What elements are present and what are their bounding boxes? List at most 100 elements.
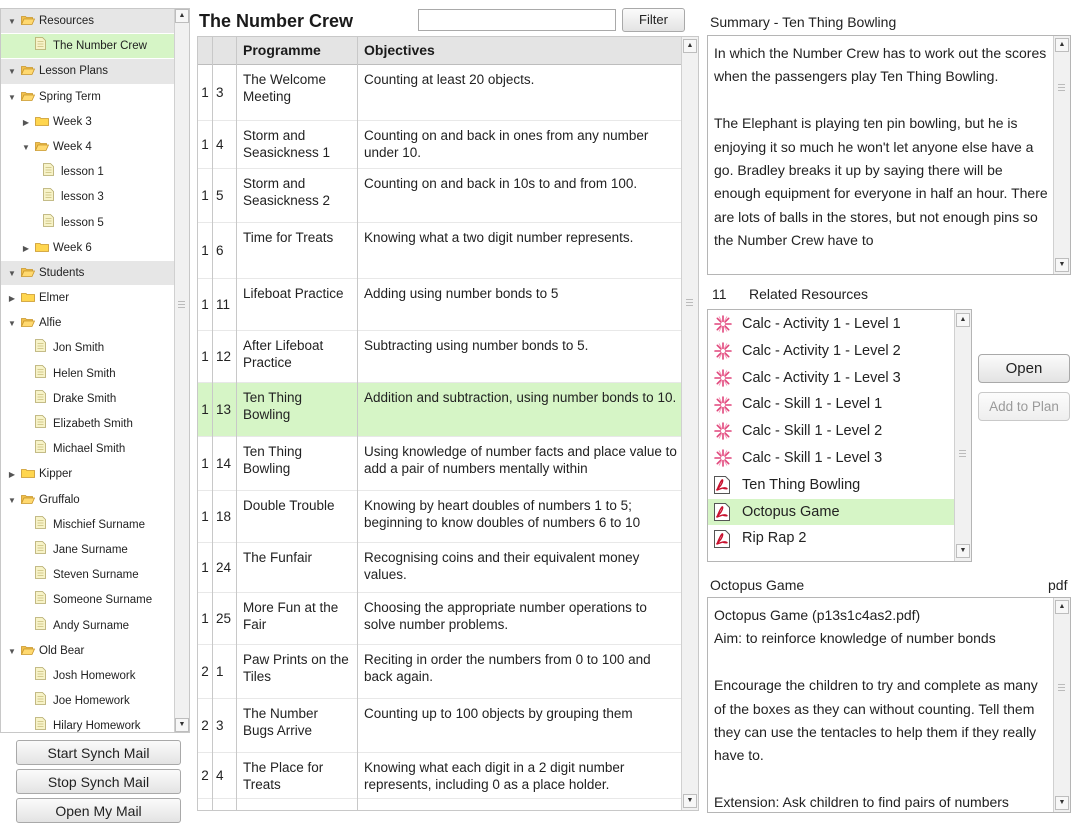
programme-cell: Double Trouble xyxy=(243,498,335,513)
scroll-up-button[interactable]: ▲ xyxy=(956,313,970,327)
tree-item[interactable]: The Number Crew xyxy=(1,34,176,60)
table-scrollbar[interactable]: ▲ ▼ xyxy=(681,37,698,810)
summary-text-box[interactable]: In which the Number Crew has to work out… xyxy=(707,35,1071,275)
tree-item[interactable]: Hilary Homework xyxy=(1,714,176,732)
table-row[interactable]: 1 3 The Welcome Meeting Counting at least 2… xyxy=(198,65,682,121)
tree-folder[interactable]: ▼ Resources xyxy=(1,9,176,35)
column-header-programme[interactable]: Programme xyxy=(237,37,358,64)
table-row[interactable]: 1 11 Lifeboat Practice Adding using number … xyxy=(198,279,682,331)
scroll-up-button[interactable]: ▲ xyxy=(1055,600,1069,614)
tree-folder[interactable]: ▼ Spring Term xyxy=(1,85,176,110)
expanded-arrow-icon[interactable]: ▼ xyxy=(7,10,17,34)
collapsed-arrow-icon[interactable]: ▶ xyxy=(7,463,17,487)
tree-item[interactable]: Helen Smith xyxy=(1,362,176,387)
table-row[interactable]: 1 13 Ten Thing Bowling Addition and subtrac… xyxy=(198,383,682,437)
table-row[interactable]: 1 14 Ten Thing Bowling Using knowledge of n… xyxy=(198,437,682,491)
tree-item[interactable]: lesson 1 xyxy=(1,160,176,186)
collapsed-arrow-icon[interactable]: ▶ xyxy=(7,287,17,311)
expanded-arrow-icon[interactable]: ▼ xyxy=(21,136,31,160)
table-row[interactable]: 1 4 Storm and Seasickness 1 Counting on and… xyxy=(198,121,682,169)
tree-item[interactable]: Jane Surname xyxy=(1,538,176,564)
tree-item[interactable]: lesson 5 xyxy=(1,211,176,236)
tree-item[interactable]: Elizabeth Smith xyxy=(1,412,176,438)
table-row[interactable]: 1 6 Time for Treats Knowing what a two digi… xyxy=(198,223,682,279)
tree-item[interactable]: Steven Surname xyxy=(1,563,176,589)
related-resource-item[interactable]: Calc - Skill 1 - Level 2 xyxy=(708,418,956,445)
tree-folder[interactable]: ▼ Lesson Plans xyxy=(1,59,176,85)
table-row[interactable]: 1 18 Double Trouble Knowing by heart double… xyxy=(198,491,682,543)
expanded-arrow-icon[interactable]: ▼ xyxy=(7,489,17,513)
tree-folder[interactable]: ▼ Gruffalo xyxy=(1,488,176,513)
tree-item[interactable]: Joe Homework xyxy=(1,689,176,715)
related-resource-item[interactable]: Rip Rap 2 xyxy=(708,525,956,552)
tree-folder[interactable]: ▼ Old Bear xyxy=(1,639,176,664)
related-resource-item[interactable]: Calc - Activity 1 - Level 2 xyxy=(708,338,956,365)
scroll-down-button[interactable]: ▼ xyxy=(1055,258,1069,272)
related-resource-item[interactable]: Calc - Activity 1 - Level 3 xyxy=(708,365,956,392)
tree-folder[interactable]: ▼ Alfie xyxy=(1,311,176,337)
table-row[interactable]: 2 3 The Number Bugs Arrive Counting up to 1… xyxy=(198,699,682,753)
scroll-down-button[interactable]: ▼ xyxy=(956,544,970,558)
expanded-arrow-icon[interactable]: ▼ xyxy=(7,262,17,286)
tree-folder[interactable]: ▶ Week 6 xyxy=(1,236,176,261)
related-resources-list[interactable]: Calc - Activity 1 - Level 1 Calc - Activi… xyxy=(707,309,972,562)
detail-text-box[interactable]: Octopus Game (p13s1c4as2.pdf) Aim: to re… xyxy=(707,597,1071,813)
tree-item[interactable]: Drake Smith xyxy=(1,387,176,412)
column-header-objectives[interactable]: Objectives xyxy=(358,37,682,64)
stop-synch-mail-button[interactable]: Stop Synch Mail xyxy=(16,769,181,794)
scroll-down-button[interactable]: ▼ xyxy=(1055,796,1069,810)
scroll-down-button[interactable]: ▼ xyxy=(175,718,189,732)
tree-folder[interactable]: ▼ Week 4 xyxy=(1,135,176,161)
term-cell: 1 xyxy=(201,243,209,258)
related-resource-item[interactable]: Calc - Skill 1 - Level 1 xyxy=(708,391,956,418)
tree-folder[interactable]: ▶ Kipper xyxy=(1,462,176,488)
tree-item-label: Resources xyxy=(39,15,94,27)
related-resource-item[interactable]: Calc - Skill 1 - Level 3 xyxy=(708,445,956,472)
tree-item[interactable]: Mischief Surname xyxy=(1,513,176,538)
filter-input[interactable] xyxy=(418,9,616,31)
table-row[interactable]: 2 4 The Place for Treats Knowing what each … xyxy=(198,753,682,799)
expanded-arrow-icon[interactable]: ▼ xyxy=(7,60,17,84)
scroll-down-button[interactable]: ▼ xyxy=(683,794,697,808)
table-row[interactable]: 2 1 Paw Prints on the Tiles Reciting in ord… xyxy=(198,645,682,699)
term-cell: 2 xyxy=(201,768,209,783)
scroll-up-button[interactable]: ▲ xyxy=(1055,38,1069,52)
tree-item[interactable]: Michael Smith xyxy=(1,437,176,463)
detail-scrollbar[interactable]: ▲ ▼ xyxy=(1053,598,1070,812)
tree-folder[interactable]: ▶ Week 3 xyxy=(1,110,176,135)
collapsed-arrow-icon[interactable]: ▶ xyxy=(21,237,31,261)
table-row[interactable]: 1 25 More Fun at the Fair Choosing the appr… xyxy=(198,593,682,645)
expanded-arrow-icon[interactable]: ▼ xyxy=(7,640,17,664)
scroll-up-button[interactable]: ▲ xyxy=(175,9,189,23)
table-row[interactable]: 1 24 The Funfair Recognising coins and thei… xyxy=(198,543,682,593)
tree-item[interactable]: lesson 3 xyxy=(1,185,176,211)
expanded-arrow-icon[interactable]: ▼ xyxy=(7,312,17,336)
related-resource-item[interactable]: Octopus Game xyxy=(708,498,956,526)
open-button[interactable]: Open xyxy=(978,354,1070,383)
collapsed-arrow-icon[interactable]: ▶ xyxy=(21,111,31,135)
summary-scrollbar[interactable]: ▲ ▼ xyxy=(1053,36,1070,274)
tree-scrollbar[interactable]: ▲ ▼ xyxy=(174,9,189,732)
tree-item[interactable]: Andy Surname xyxy=(1,614,176,639)
column-divider xyxy=(357,37,358,810)
related-resource-item[interactable]: Calc - Activity 1 - Level 1 xyxy=(708,311,956,338)
add-to-plan-button[interactable]: Add to Plan xyxy=(978,392,1070,421)
filter-button[interactable]: Filter xyxy=(622,8,685,32)
tree-item[interactable]: Jon Smith xyxy=(1,336,176,362)
resource-tree[interactable]: ▼ Resources The Number Crew ▼ Lesson Plans ▼ S… xyxy=(0,8,190,733)
objectives-cell: Adding using number bonds to 5 xyxy=(364,286,559,301)
tree-folder[interactable]: ▼ Students xyxy=(1,260,176,287)
expanded-arrow-icon[interactable]: ▼ xyxy=(7,86,17,110)
tree-item-label: Week 6 xyxy=(53,241,92,254)
tree-item[interactable]: Someone Surname xyxy=(1,588,176,614)
detail-type-label: pdf xyxy=(1048,577,1068,593)
table-row[interactable]: 1 12 After Lifeboat Practice Subtracting us… xyxy=(198,331,682,383)
table-row[interactable]: 1 5 Storm and Seasickness 2 Counting on and… xyxy=(198,169,682,223)
scroll-up-button[interactable]: ▲ xyxy=(683,39,697,53)
start-synch-mail-button[interactable]: Start Synch Mail xyxy=(16,740,181,765)
related-scrollbar[interactable]: ▲ ▼ xyxy=(954,310,971,561)
tree-folder[interactable]: ▶ Elmer xyxy=(1,286,176,312)
open-my-mail-button[interactable]: Open My Mail xyxy=(16,798,181,823)
related-resource-item[interactable]: Ten Thing Bowling xyxy=(708,472,956,499)
tree-item[interactable]: Josh Homework xyxy=(1,664,176,690)
